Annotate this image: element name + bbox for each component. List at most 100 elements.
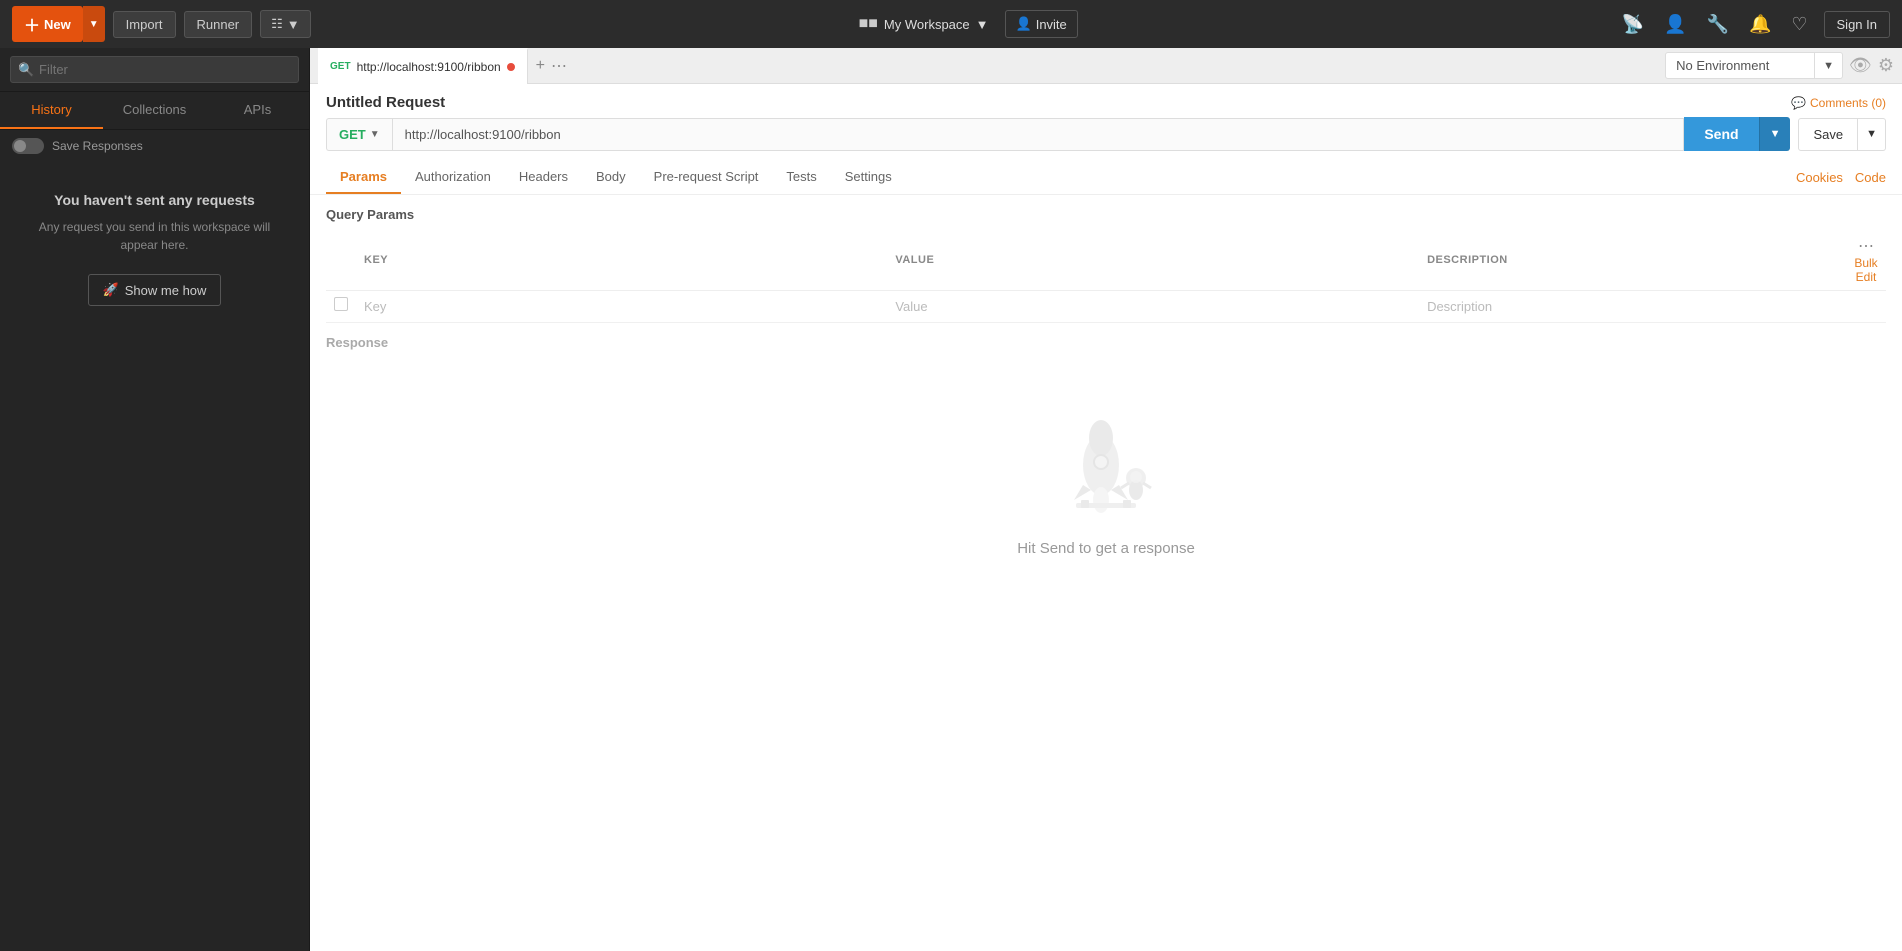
description-col-header: DESCRIPTION bbox=[1419, 230, 1846, 291]
invite-icon: 👤 bbox=[1016, 16, 1032, 32]
table-row bbox=[326, 291, 1886, 323]
table-header-row: KEY VALUE DESCRIPTION ⋯ Bulk Edit bbox=[326, 230, 1886, 291]
show-me-how-button[interactable]: 🚀 Show me how bbox=[88, 274, 222, 306]
signin-button[interactable]: Sign In bbox=[1824, 11, 1890, 38]
tab-url: http://localhost:9100/ribbon bbox=[357, 60, 501, 74]
request-tabs: Params Authorization Headers Body Pre-re… bbox=[310, 161, 1902, 195]
environment-selector[interactable]: No Environment bbox=[1665, 52, 1815, 79]
save-responses-row: Save Responses bbox=[0, 130, 309, 162]
user-icon-button[interactable]: 👤 bbox=[1660, 10, 1690, 39]
satellite-icon-button[interactable]: 📡 bbox=[1618, 10, 1648, 39]
navbar: ＋ New ▼ Import Runner ☷ ▼ ■■ My Workspac… bbox=[0, 0, 1902, 48]
workspace-grid-icon: ■■ bbox=[859, 15, 878, 33]
url-input[interactable] bbox=[392, 118, 1685, 151]
empty-desc: Any request you send in this workspace w… bbox=[20, 218, 289, 254]
response-empty-state: Hit Send to get a response bbox=[326, 350, 1886, 617]
response-section: Response bbox=[310, 323, 1902, 951]
value-input[interactable] bbox=[895, 299, 1411, 314]
key-input[interactable] bbox=[364, 299, 879, 314]
wrench-icon-button[interactable]: 🔧 bbox=[1703, 10, 1733, 39]
sidebar-empty-state: You haven't sent any requests Any reques… bbox=[0, 162, 309, 336]
action-col-header: ⋯ Bulk Edit bbox=[1846, 230, 1886, 291]
comments-link[interactable]: 💬 Comments (0) bbox=[1791, 96, 1886, 110]
tab-add-button[interactable]: + ⋯ bbox=[528, 56, 575, 76]
params-table: KEY VALUE DESCRIPTION ⋯ Bulk Edit bbox=[326, 230, 1886, 323]
tab-unsaved-dot bbox=[507, 63, 515, 71]
save-button[interactable]: Save bbox=[1798, 118, 1858, 151]
plus-tab-icon: + bbox=[536, 57, 545, 75]
environment-selector-arrow[interactable]: ▼ bbox=[1815, 52, 1843, 79]
sidebar-item-apis[interactable]: APIs bbox=[206, 92, 309, 129]
tab-bar: GET http://localhost:9100/ribbon + ⋯ No … bbox=[310, 48, 1902, 84]
import-button[interactable]: Import bbox=[113, 11, 176, 38]
save-responses-toggle[interactable] bbox=[12, 138, 44, 154]
params-section: Query Params KEY VALUE DESCRIPTION ⋯ Bul… bbox=[310, 195, 1902, 323]
tab-settings[interactable]: Settings bbox=[831, 161, 906, 194]
comments-label: Comments (0) bbox=[1810, 96, 1886, 110]
empty-title: You haven't sent any requests bbox=[54, 192, 255, 208]
new-button[interactable]: ＋ New bbox=[12, 6, 83, 42]
bell-icon-button[interactable]: 🔔 bbox=[1745, 10, 1775, 39]
save-responses-label: Save Responses bbox=[52, 139, 143, 153]
request-header: Untitled Request 💬 Comments (0) bbox=[310, 84, 1902, 117]
bulk-edit-button[interactable]: Bulk Edit bbox=[1854, 256, 1878, 284]
new-button-arrow[interactable]: ▼ bbox=[83, 6, 105, 42]
plus-icon: ＋ bbox=[24, 12, 40, 36]
description-input[interactable] bbox=[1427, 299, 1838, 314]
navbar-left: ＋ New ▼ Import Runner ☷ ▼ bbox=[12, 6, 311, 42]
request-tabs-right: Cookies Code bbox=[1796, 170, 1886, 185]
cookies-link[interactable]: Cookies bbox=[1796, 170, 1843, 185]
settings-icon-button[interactable]: ⚙ bbox=[1878, 55, 1894, 76]
response-title: Response bbox=[326, 335, 1886, 350]
sidebar-item-collections[interactable]: Collections bbox=[103, 92, 206, 129]
row-checkbox[interactable] bbox=[334, 297, 348, 311]
method-select[interactable]: GET ▼ bbox=[326, 118, 392, 151]
tab-tests[interactable]: Tests bbox=[772, 161, 830, 194]
show-me-how-label: Show me how bbox=[125, 283, 207, 298]
rocket-illustration bbox=[1046, 410, 1166, 520]
workspace-button[interactable]: ■■ My Workspace ▼ bbox=[851, 11, 997, 37]
send-button[interactable]: Send bbox=[1684, 117, 1758, 151]
code-link[interactable]: Code bbox=[1855, 170, 1886, 185]
workspace-label: My Workspace bbox=[884, 17, 970, 32]
comment-icon: 💬 bbox=[1791, 96, 1806, 110]
workspace-arrow-icon: ▼ bbox=[976, 17, 989, 32]
url-bar: GET ▼ Send ▼ Save ▼ bbox=[310, 117, 1902, 161]
key-cell bbox=[356, 291, 887, 323]
env-selector-group: No Environment ▼ 👁 ⚙ bbox=[1665, 52, 1894, 79]
more-options-icon: ⋯ bbox=[551, 56, 567, 76]
row-checkbox-cell bbox=[326, 291, 356, 323]
three-dots-button[interactable]: ⋯ bbox=[1854, 236, 1878, 256]
toggle-knob bbox=[14, 140, 26, 152]
request-tab-active[interactable]: GET http://localhost:9100/ribbon bbox=[318, 48, 528, 84]
heart-icon-button[interactable]: ♡ bbox=[1787, 10, 1811, 39]
request-tabs-left: Params Authorization Headers Body Pre-re… bbox=[326, 161, 906, 194]
tab-body[interactable]: Body bbox=[582, 161, 640, 194]
tab-prerequest-script[interactable]: Pre-request Script bbox=[640, 161, 773, 194]
navbar-center: ■■ My Workspace ▼ 👤 Invite bbox=[851, 10, 1078, 38]
runner-button[interactable]: Runner bbox=[184, 11, 253, 38]
invite-button[interactable]: 👤 Invite bbox=[1005, 10, 1078, 38]
tab-headers[interactable]: Headers bbox=[505, 161, 582, 194]
send-button-arrow[interactable]: ▼ bbox=[1759, 117, 1791, 151]
search-wrap: 🔍 bbox=[10, 56, 299, 83]
method-label: GET bbox=[339, 127, 366, 142]
description-cell bbox=[1419, 291, 1846, 323]
tab-params[interactable]: Params bbox=[326, 161, 401, 194]
navbar-right: 📡 👤 🔧 🔔 ♡ Sign In bbox=[1618, 10, 1890, 39]
arrow-down-icon: ▼ bbox=[287, 17, 300, 32]
invite-label: Invite bbox=[1036, 17, 1067, 32]
postman-flow-button[interactable]: ☷ ▼ bbox=[260, 10, 311, 38]
grid-icon: ☷ bbox=[271, 16, 283, 32]
send-save-wrap: Send ▼ bbox=[1684, 117, 1790, 151]
save-wrap: Save ▼ bbox=[1790, 118, 1886, 151]
sidebar: 🔍 History Collections APIs Save Response… bbox=[0, 48, 310, 951]
save-button-arrow[interactable]: ▼ bbox=[1858, 118, 1886, 151]
search-input[interactable] bbox=[10, 56, 299, 83]
eye-icon-button[interactable]: 👁 bbox=[1849, 55, 1872, 76]
tab-authorization[interactable]: Authorization bbox=[401, 161, 505, 194]
sidebar-item-history[interactable]: History bbox=[0, 92, 103, 129]
main-container: 🔍 History Collections APIs Save Response… bbox=[0, 48, 1902, 951]
response-empty-text: Hit Send to get a response bbox=[1017, 540, 1195, 557]
sidebar-tabs: History Collections APIs bbox=[0, 92, 309, 130]
